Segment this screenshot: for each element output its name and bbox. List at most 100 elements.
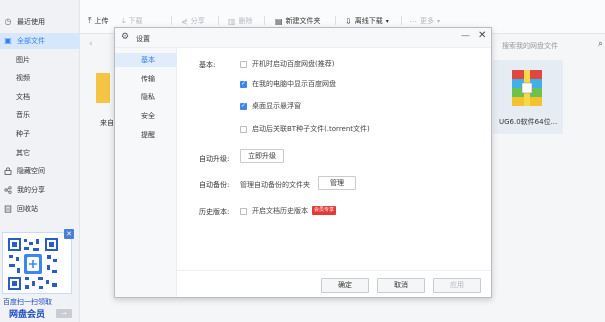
sidebar-item-hidden-space[interactable]: 隐藏空间	[0, 163, 80, 179]
download-button[interactable]: ⤓ 下载	[122, 15, 143, 27]
nav-item-basic[interactable]: 基本	[115, 53, 177, 67]
upload-button[interactable]: ⤒ 上传	[88, 15, 109, 27]
download-icon: ⤓	[122, 16, 126, 25]
option-label: 开机时启动百度网盘(推荐)	[252, 60, 335, 68]
sidebar-item-label: 最近使用	[17, 18, 45, 26]
option-document-history[interactable]: 开启文档历史版本	[240, 206, 308, 216]
sidebar-item-music[interactable]: 音乐	[0, 107, 80, 123]
close-icon[interactable]: ✕	[64, 229, 74, 239]
back-arrow-icon[interactable]: ‹	[89, 39, 93, 49]
sidebar-item-label: 文档	[16, 93, 30, 101]
folder-icon[interactable]	[96, 73, 110, 103]
footer-divider	[177, 270, 491, 271]
dialog-title: 设置	[136, 35, 150, 43]
toolbar-divider	[401, 16, 402, 25]
sidebar-item-my-shares[interactable]: 我的分享	[0, 182, 80, 198]
share-label: 分享	[190, 17, 205, 25]
lock-icon	[4, 167, 12, 175]
search-icon[interactable]: ⌕	[598, 39, 603, 49]
sidebar-item-label: 其它	[16, 149, 30, 157]
settings-nav: 基本 传输 隐私 安全 提醒	[115, 48, 177, 297]
promo-text-line2: 网盘会员	[9, 310, 46, 320]
sidebar-item-other[interactable]: 其它	[0, 145, 80, 161]
sidebar-item-all-files[interactable]: ▣ 全部文件	[0, 33, 80, 49]
offline-download-icon: ⇩	[345, 16, 352, 26]
checkbox[interactable]	[240, 60, 247, 68]
toolbar-divider	[264, 16, 265, 25]
sidebar-item-label: 全部文件	[17, 37, 45, 45]
option-autostart[interactable]: 开机时启动百度网盘(推荐)	[240, 59, 334, 69]
promo-qr-card[interactable]: ✕	[2, 229, 74, 294]
toolbar-divider	[218, 16, 219, 25]
upgrade-now-button[interactable]: 立即升级	[240, 149, 284, 163]
delete-button[interactable]: ▥ 删除	[228, 15, 253, 27]
clock-icon: ◷	[4, 17, 12, 26]
folder-icon: ▣	[4, 36, 12, 45]
nav-item-privacy[interactable]: 隐私	[115, 90, 177, 104]
search-input[interactable]: 搜索我的网盘文件	[502, 41, 558, 51]
more-icon: ⋯	[409, 16, 417, 26]
gear-icon: ⚙	[121, 32, 130, 42]
file-item[interactable]: UG6.0软件64位...	[493, 60, 563, 134]
sidebar-item-label: 视频	[16, 74, 30, 82]
option-floating-window[interactable]: ✓ 桌面显示悬浮窗	[240, 101, 301, 111]
checkbox-checked[interactable]: ✓	[240, 102, 247, 110]
nav-item-reminder[interactable]: 提醒	[115, 128, 177, 142]
sidebar-item-torrents[interactable]: 种子	[0, 126, 80, 142]
share-icon: ⋞	[181, 16, 188, 26]
sidebar: ◷ 最近使用 ▣ 全部文件 图片 视频 文档 音乐 种子 其它 隐藏空间 我的分…	[0, 0, 80, 322]
option-label: 桌面显示悬浮窗	[252, 102, 301, 110]
auto-backup-description: 管理自动备份的文件夹	[240, 181, 310, 189]
manage-button[interactable]: 管理	[318, 176, 356, 190]
new-folder-button[interactable]: ▤ 新建文件夹	[275, 15, 321, 27]
file-name[interactable]: 来自	[100, 118, 114, 128]
new-folder-icon: ▤	[275, 16, 283, 26]
history-label: 历史版本:	[199, 208, 230, 216]
settings-dialog: ⚙ 设置 — ✕ 基本 传输 隐私 安全 提醒 基本: 开机时启动百度网盘(推荐…	[114, 27, 492, 298]
sidebar-item-videos[interactable]: 视频	[0, 70, 80, 86]
more-button[interactable]: ⋯ 更多 ▾	[409, 15, 440, 27]
share-button[interactable]: ⋞ 分享	[181, 15, 205, 27]
nav-item-security[interactable]: 安全	[115, 109, 177, 123]
checkbox-checked[interactable]: ✓	[240, 80, 247, 88]
auto-upgrade-label: 自动升级:	[199, 155, 230, 163]
sidebar-item-label: 种子	[16, 130, 30, 138]
delete-label: 删除	[238, 17, 253, 25]
option-bt-association[interactable]: 启动后关联BT种子文件(.torrent文件)	[240, 124, 370, 134]
trash-icon: ▥	[228, 16, 236, 26]
ok-button[interactable]: 确定	[321, 278, 369, 293]
download-label: 下载	[128, 17, 143, 25]
rar-archive-icon	[512, 70, 542, 106]
cancel-button[interactable]: 取消	[377, 278, 425, 293]
toolbar-divider	[171, 16, 172, 25]
auto-backup-label: 自动备份:	[199, 181, 230, 189]
sidebar-item-documents[interactable]: 文档	[0, 89, 80, 105]
sidebar-item-label: 回收站	[17, 205, 38, 213]
nav-item-transfer[interactable]: 传输	[115, 72, 177, 86]
sidebar-item-label: 音乐	[16, 111, 30, 119]
trash-icon	[4, 205, 12, 213]
option-label: 开启文档历史版本	[252, 207, 308, 215]
option-label: 在我的电脑中显示百度网盘	[252, 80, 336, 88]
close-icon[interactable]: ✕	[478, 30, 486, 41]
sidebar-item-label: 我的分享	[17, 186, 45, 194]
sidebar-item-images[interactable]: 图片	[0, 52, 80, 68]
dialog-title-bar[interactable]: ⚙ 设置 — ✕	[115, 28, 491, 48]
minimize-icon[interactable]: —	[461, 31, 470, 41]
upload-icon: ⤒	[88, 16, 92, 25]
promo-text-line1: 百度扫一扫领取	[3, 298, 52, 306]
vip-badge: 会员专享	[312, 206, 337, 215]
promo-arrow-button[interactable]: →	[56, 309, 72, 318]
apply-button[interactable]: 应用	[433, 278, 481, 293]
offline-download-label: 离线下载	[354, 17, 383, 25]
option-show-in-my-computer[interactable]: ✓ 在我的电脑中显示百度网盘	[240, 79, 336, 89]
checkbox[interactable]	[240, 207, 247, 215]
offline-download-button[interactable]: ⇩ 离线下载 ▾	[345, 15, 389, 27]
new-folder-label: 新建文件夹	[285, 17, 321, 25]
sidebar-item-recent[interactable]: ◷ 最近使用	[0, 14, 80, 30]
chevron-down-icon: ▾	[385, 17, 389, 25]
basic-label: 基本:	[199, 61, 216, 69]
checkbox[interactable]	[240, 125, 247, 133]
share-icon	[4, 186, 12, 194]
sidebar-item-recycle-bin[interactable]: 回收站	[0, 201, 80, 217]
